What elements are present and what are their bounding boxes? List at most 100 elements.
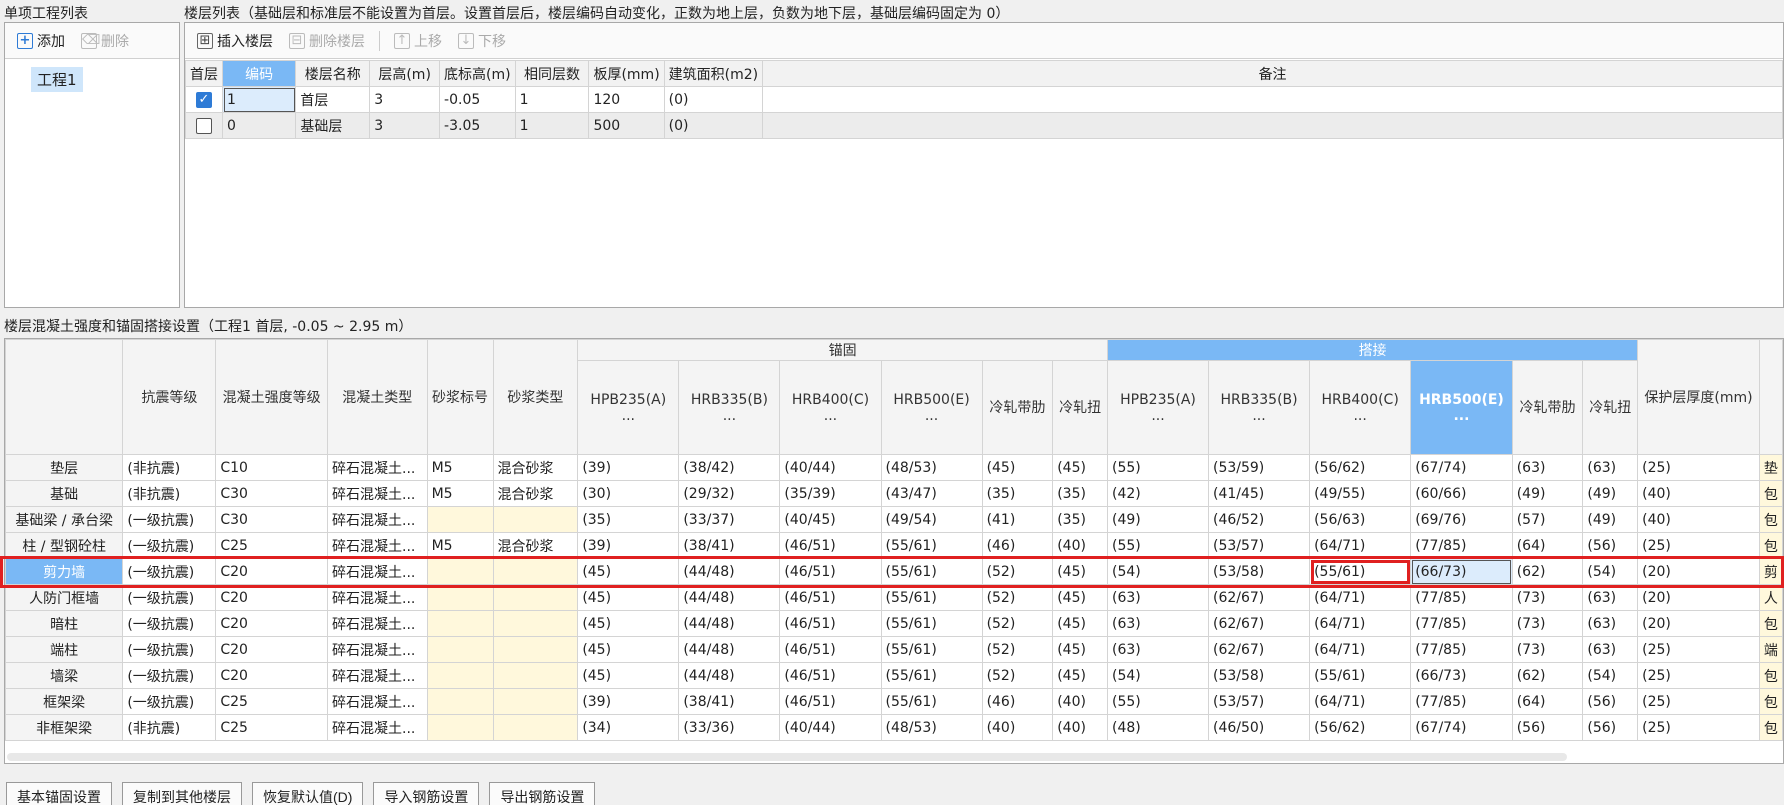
concrete-type-cell[interactable]: 碎石混凝土... [327, 480, 428, 507]
delete-project-button[interactable]: ⌫ 删除 [75, 29, 135, 53]
move-down-button[interactable]: ↓ 下移 [452, 29, 512, 53]
anchor-cell[interactable]: (45) [577, 662, 680, 689]
extra-cell[interactable]: 包 [1758, 610, 1783, 637]
anchor-cell[interactable]: (55/61) [880, 662, 983, 689]
extra-cell[interactable]: 端 [1758, 636, 1783, 663]
extra-cell[interactable]: 包 [1758, 480, 1783, 507]
anchor-cell[interactable]: (55/61) [880, 610, 983, 637]
lap-cell[interactable]: (63) [1582, 584, 1639, 611]
anchor-cell[interactable]: (40/44) [779, 454, 882, 481]
lap-cell[interactable]: (56/62) [1309, 714, 1412, 741]
height-cell[interactable]: 3 [369, 112, 441, 139]
lap-cell[interactable]: (55/61) [1309, 558, 1412, 585]
floor-name-cell[interactable]: 首层 [295, 86, 371, 113]
col-code[interactable]: 编码 [221, 60, 297, 87]
col-lap-cold_twist[interactable]: 冷轧扭 [1582, 360, 1639, 455]
mortar-grade-cell[interactable] [426, 558, 494, 585]
mortar-grade-cell[interactable] [426, 688, 494, 715]
col-anchor-hrb500[interactable]: HRB500(E)... [880, 360, 983, 455]
col-anchor-cold_rib[interactable]: 冷轧带肋 [981, 360, 1054, 455]
lap-cell[interactable]: (62/67) [1207, 584, 1311, 611]
anchor-cell[interactable]: (45) [1052, 454, 1108, 481]
row-header[interactable]: 垫层 [5, 454, 124, 481]
col-cover[interactable]: 保护层厚度(mm) [1637, 339, 1760, 455]
col-lap-hpb235[interactable]: HPB235(A)... [1106, 360, 1210, 455]
lap-cell[interactable]: (63) [1582, 610, 1639, 637]
concrete-grade-cell[interactable]: C20 [215, 584, 329, 611]
row-header[interactable]: 基础 [5, 480, 124, 507]
table-row[interactable]: 端柱 (一级抗震) C20 碎石混凝土... (45) (44/48) (46/51) (55… [5, 636, 1783, 663]
anchor-cell[interactable]: (43/47) [880, 480, 983, 507]
anchor-cell[interactable]: (46/51) [779, 662, 882, 689]
bottom-cell[interactable]: -0.05 [439, 86, 516, 113]
first-floor-checkbox[interactable]: ✓ [196, 91, 212, 108]
lap-cell[interactable]: (53/57) [1207, 688, 1311, 715]
col-height[interactable]: 层高(m) [369, 60, 441, 87]
lap-cell[interactable]: (62) [1511, 662, 1584, 689]
col-concrete-grade[interactable]: 混凝土强度等级 [215, 339, 329, 455]
mortar-grade-cell[interactable] [426, 636, 494, 663]
lap-cell[interactable]: (69/76) [1410, 506, 1513, 533]
lap-cell[interactable]: (67/74) [1410, 454, 1513, 481]
concrete-type-cell[interactable]: 碎石混凝土... [327, 662, 428, 689]
lap-cell[interactable]: (41/45) [1207, 480, 1311, 507]
mortar-type-cell[interactable] [492, 636, 579, 663]
copy-to-floors-button[interactable]: 复制到其他楼层 [122, 782, 242, 805]
anchor-cell[interactable]: (46/51) [779, 532, 882, 559]
seismic-cell[interactable]: (非抗震) [122, 480, 217, 507]
anchor-cell[interactable]: (39) [577, 454, 680, 481]
anchor-cell[interactable]: (40/45) [779, 506, 882, 533]
concrete-type-cell[interactable]: 碎石混凝土... [327, 506, 428, 533]
col-lap-hrb335[interactable]: HRB335(B)... [1207, 360, 1311, 455]
lap-cell[interactable]: (49) [1106, 506, 1210, 533]
bottom-cell[interactable]: -3.05 [439, 112, 516, 139]
seismic-cell[interactable]: (一级抗震) [122, 610, 217, 637]
restore-defaults-button[interactable]: 恢复默认值(D) [252, 782, 364, 805]
col-anchor-hpb235[interactable]: HPB235(A)... [577, 360, 680, 455]
anchor-cell[interactable]: (46) [981, 688, 1054, 715]
col-lap-hrb500[interactable]: HRB500(E)... [1410, 360, 1513, 455]
lap-cell[interactable]: (60/66) [1410, 480, 1513, 507]
extra-cell[interactable]: 包 [1758, 532, 1783, 559]
extra-cell[interactable]: 人 [1758, 584, 1783, 611]
row-header[interactable]: 柱 / 型钢砼柱 [5, 532, 124, 559]
anchor-cell[interactable]: (45) [577, 584, 680, 611]
anchor-cell[interactable]: (55/61) [880, 584, 983, 611]
row-header[interactable]: 暗柱 [5, 610, 124, 637]
table-row[interactable]: 0 基础层 3 -3.05 1 500 (0) [185, 112, 1783, 139]
anchor-cell[interactable]: (41) [981, 506, 1054, 533]
note-cell[interactable] [762, 86, 1783, 113]
concrete-grade-cell[interactable]: C25 [215, 532, 329, 559]
extra-cell[interactable]: 包 [1758, 506, 1783, 533]
row-header[interactable]: 剪力墙 [5, 558, 124, 585]
row-header[interactable]: 端柱 [5, 636, 124, 663]
table-row[interactable]: 垫层 (非抗震) C10 碎石混凝土... M5 混合砂浆 (39) (38/42) (40/4… [5, 454, 1783, 481]
mortar-type-cell[interactable] [492, 662, 579, 689]
anchor-cell[interactable]: (52) [981, 558, 1054, 585]
extra-cell[interactable]: 包 [1758, 688, 1783, 715]
seismic-cell[interactable]: (一级抗震) [122, 558, 217, 585]
anchor-cell[interactable]: (30) [577, 480, 680, 507]
anchor-cell[interactable]: (45) [1052, 636, 1108, 663]
cover-cell[interactable]: (25) [1637, 662, 1760, 689]
lap-cell[interactable]: (77/85) [1410, 610, 1513, 637]
anchor-cell[interactable]: (29/32) [678, 480, 781, 507]
col-note[interactable]: 备注 [762, 60, 1783, 87]
lap-cell[interactable]: (56) [1582, 714, 1639, 741]
anchor-cell[interactable]: (35) [1052, 480, 1108, 507]
row-header[interactable]: 墙梁 [5, 662, 124, 689]
cover-cell[interactable]: (25) [1637, 636, 1760, 663]
thickness-cell[interactable]: 120 [588, 86, 665, 113]
lap-cell[interactable]: (54) [1582, 558, 1639, 585]
project-item[interactable]: 工程1 [31, 67, 83, 92]
anchor-cell[interactable]: (52) [981, 662, 1054, 689]
lap-cell[interactable]: (57) [1511, 506, 1584, 533]
lap-cell[interactable]: (63) [1511, 454, 1584, 481]
anchor-cell[interactable]: (45) [577, 610, 680, 637]
col-concrete-type[interactable]: 混凝土类型 [327, 339, 428, 455]
lap-cell[interactable]: (55/61) [1309, 662, 1412, 689]
lap-cell[interactable]: (48) [1106, 714, 1210, 741]
mortar-type-cell[interactable]: 混合砂浆 [492, 480, 579, 507]
lap-cell[interactable]: (53/58) [1207, 662, 1311, 689]
col-same-count[interactable]: 相同层数 [514, 60, 590, 87]
